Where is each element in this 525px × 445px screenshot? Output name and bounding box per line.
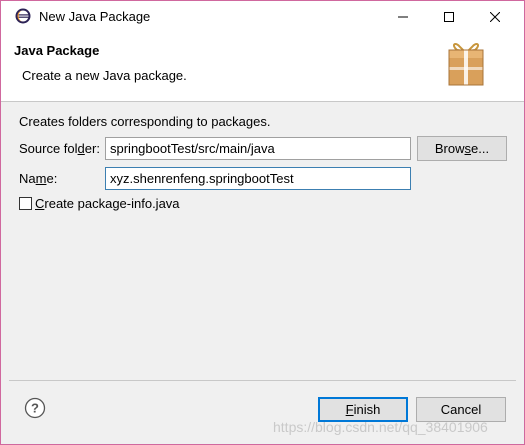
browse-label: Brow	[434, 141, 465, 156]
package-name-input[interactable]: xyz.shenrenfeng.springbootTest	[105, 167, 411, 190]
package-info-label-text: reate package-info.java	[44, 196, 180, 211]
dialog-window: New Java Package Java Package Create a n…	[0, 0, 525, 445]
footer-separator	[9, 380, 516, 381]
source-folder-label-suffix: er:	[84, 141, 100, 156]
wizard-description: Create a new Java package.	[22, 68, 187, 83]
window-title: New Java Package	[39, 9, 151, 24]
browse-button[interactable]: Brow s e...	[417, 136, 507, 161]
wizard-banner: Java Package Create a new Java package.	[1, 32, 524, 102]
browse-label-suffix: e...	[471, 141, 490, 156]
source-folder-mnemonic: d	[77, 141, 85, 156]
watermark-text: https://blog.csdn.net/qq_38401906	[273, 419, 488, 435]
finish-label: inish	[353, 402, 381, 417]
intro-text: Creates folders corresponding to package…	[19, 114, 271, 129]
name-label: Name:	[19, 171, 57, 186]
source-folder-label-text: Source fol	[19, 141, 78, 156]
name-mnemonic: m	[35, 171, 47, 186]
maximize-icon	[444, 11, 454, 22]
source-folder-label: Source folder:	[19, 141, 100, 156]
package-wizard-icon	[448, 43, 484, 86]
source-folder-input[interactable]: springbootTest/src/main/java	[105, 137, 411, 160]
name-label-text: Na	[19, 171, 36, 186]
close-icon	[490, 11, 500, 22]
title-bar[interactable]: New Java Package	[1, 1, 524, 32]
package-info-label[interactable]: Create package-info.java	[35, 196, 180, 211]
wizard-title: Java Package	[14, 43, 100, 58]
minimize-button[interactable]	[380, 1, 426, 32]
name-label-suffix: e:	[46, 171, 58, 186]
help-icon[interactable]: ?	[24, 397, 46, 419]
minimize-icon	[398, 16, 408, 17]
package-info-mnemonic: C	[35, 196, 45, 211]
maximize-button[interactable]	[426, 1, 472, 32]
finish-mnemonic: F	[345, 402, 354, 417]
svg-text:?: ?	[31, 401, 39, 416]
eclipse-icon	[15, 8, 31, 24]
cancel-label: Cancel	[440, 402, 482, 417]
close-button[interactable]	[472, 1, 518, 32]
package-info-checkbox[interactable]	[19, 197, 32, 210]
